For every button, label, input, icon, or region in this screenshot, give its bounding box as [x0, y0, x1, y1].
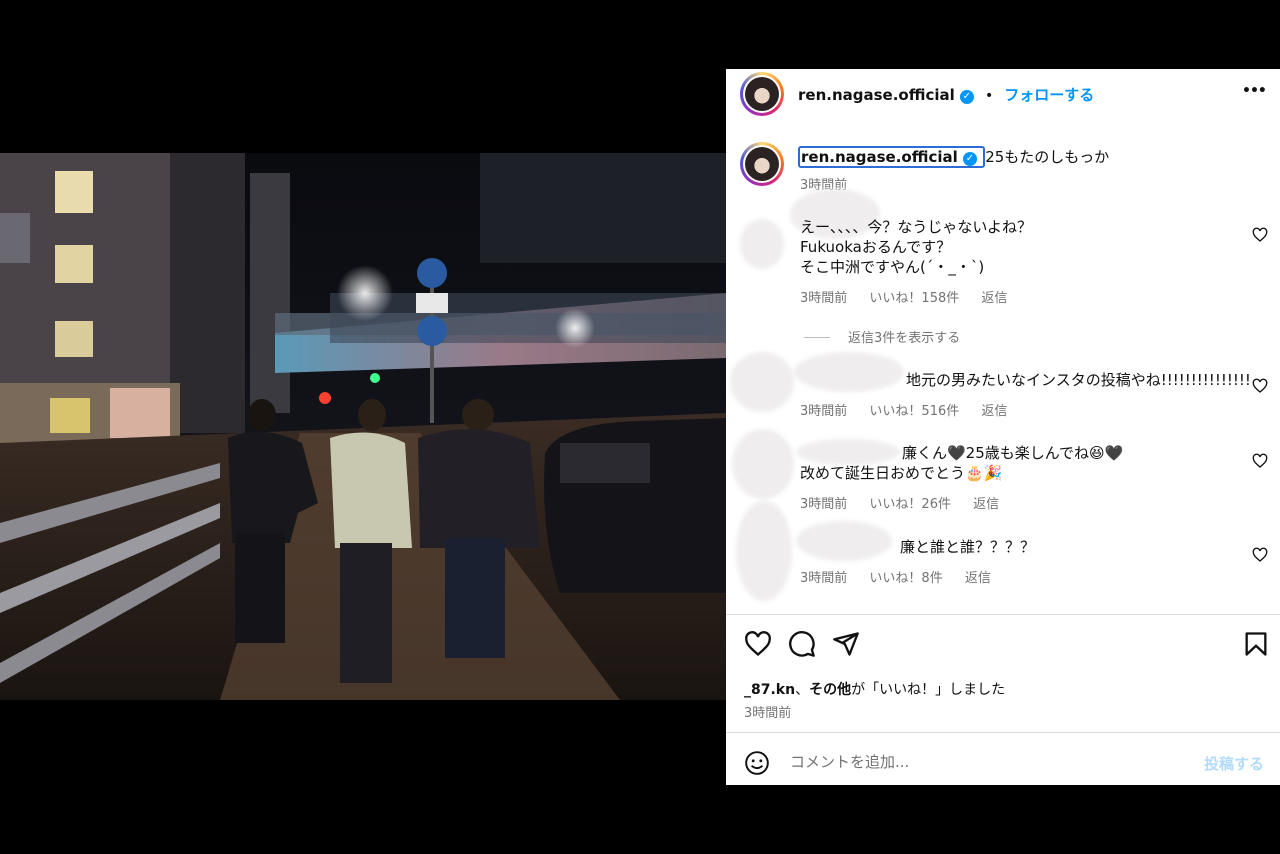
emoji-icon[interactable] — [744, 750, 770, 776]
comment-likes[interactable]: いいね！158件 — [869, 291, 959, 306]
comment-text-line: 廉くん🖤25歳も楽しんでね😆🖤 — [902, 444, 1124, 462]
comment-text-line: 廉と誰と誰？？？？ — [900, 538, 1036, 556]
add-comment-bar: 投稿する — [726, 739, 1280, 785]
author-avatar[interactable] — [740, 72, 784, 116]
post-time[interactable]: 3時間前 — [744, 702, 791, 721]
caption-username[interactable]: ren.nagase.official ✓ — [798, 146, 986, 168]
follow-button[interactable]: フォローする — [1004, 86, 1094, 104]
caption-avatar[interactable] — [740, 142, 784, 186]
caption-username-text: ren.nagase.official — [801, 148, 958, 166]
heart-icon[interactable] — [1252, 227, 1268, 243]
commenter-avatar[interactable] — [740, 219, 784, 269]
post-side-panel: ren.nagase.official ✓ • フォローする ••• ren.n… — [726, 69, 1280, 785]
verified-icon: ✓ — [962, 152, 977, 166]
verified-icon: ✓ — [959, 90, 974, 104]
post-header: ren.nagase.official ✓ • フォローする ••• — [726, 69, 1280, 119]
commenter-avatar[interactable] — [736, 501, 792, 601]
comment-time: 3時間前 — [800, 404, 848, 419]
replies-divider-line — [804, 337, 830, 338]
caption-text: 25もたのしもっか — [985, 148, 1110, 166]
comments-divider — [726, 614, 1280, 615]
author-username[interactable]: ren.nagase.official — [798, 86, 955, 104]
heart-icon[interactable] — [744, 630, 772, 658]
comment-meta: 3時間前 いいね！516件 返信 — [800, 400, 1025, 419]
liker-username[interactable]: _87.kn — [744, 682, 795, 698]
comment-likes[interactable]: いいね！26件 — [869, 497, 951, 512]
heart-icon[interactable] — [1252, 453, 1268, 469]
comment-time: 3時間前 — [800, 497, 848, 512]
share-icon[interactable] — [832, 630, 860, 658]
comment-input[interactable] — [788, 752, 1192, 772]
bookmark-icon[interactable] — [1242, 630, 1270, 658]
night-street-image — [0, 153, 726, 700]
comment-text-line: そこ中洲ですやん(´・_・`) — [800, 258, 985, 276]
reply-button[interactable]: 返信 — [973, 497, 999, 512]
comment-likes[interactable]: いいね！516件 — [869, 404, 959, 419]
likes-suffix: が「いいね！」しました — [851, 682, 1006, 698]
separator-dot: • — [984, 88, 994, 104]
add-comment-divider — [726, 732, 1280, 733]
likes-separator: 、 — [795, 682, 810, 698]
comment-time: 3時間前 — [800, 291, 848, 306]
view-replies-button[interactable]: 返信3件を表示する — [804, 327, 960, 346]
more-icon[interactable]: ••• — [1242, 83, 1267, 99]
heart-icon[interactable] — [1252, 378, 1268, 394]
reply-button[interactable]: 返信 — [981, 404, 1007, 419]
post-photo[interactable] — [0, 153, 726, 700]
avatar-image — [745, 147, 779, 181]
reply-button[interactable]: 返信 — [981, 291, 1007, 306]
post-comment-button[interactable]: 投稿する — [1204, 753, 1264, 774]
view-replies-label: 返信3件を表示する — [848, 331, 961, 346]
comment-time: 3時間前 — [800, 571, 848, 586]
commenter-avatar[interactable] — [730, 352, 794, 412]
action-bar — [726, 630, 1280, 670]
avatar-image — [745, 77, 779, 111]
comment-text-line: 改めて誕生日おめでとう🎂🎉 — [800, 464, 1003, 482]
heart-icon[interactable] — [1252, 547, 1268, 563]
comment-likes[interactable]: いいね！8件 — [869, 571, 942, 586]
commenter-avatar[interactable] — [732, 429, 794, 499]
comment-meta: 3時間前 いいね！8件 返信 — [800, 567, 1009, 586]
comment-icon[interactable] — [788, 630, 816, 658]
likes-summary[interactable]: _87.kn、その他が「いいね！」しました — [744, 679, 1005, 699]
commenter-username-redacted[interactable] — [796, 521, 892, 561]
commenter-username-redacted[interactable] — [794, 352, 904, 392]
comment-text-line: Fukuokaおるんです？ — [800, 238, 952, 256]
comment-text-line: 地元の男みたいなインスタの投稿やね!!!!!!!!!!!!!!! — [906, 371, 1251, 389]
comment-text-line: えー、、、、今？なうじゃないよね？ — [800, 218, 1033, 236]
comment-meta: 3時間前 いいね！26件 返信 — [800, 493, 1017, 512]
liker-others[interactable]: その他 — [809, 682, 851, 698]
commenter-username-redacted[interactable] — [796, 439, 900, 465]
comment-meta: 3時間前 いいね！158件 返信 — [800, 287, 1025, 306]
reply-button[interactable]: 返信 — [965, 571, 991, 586]
